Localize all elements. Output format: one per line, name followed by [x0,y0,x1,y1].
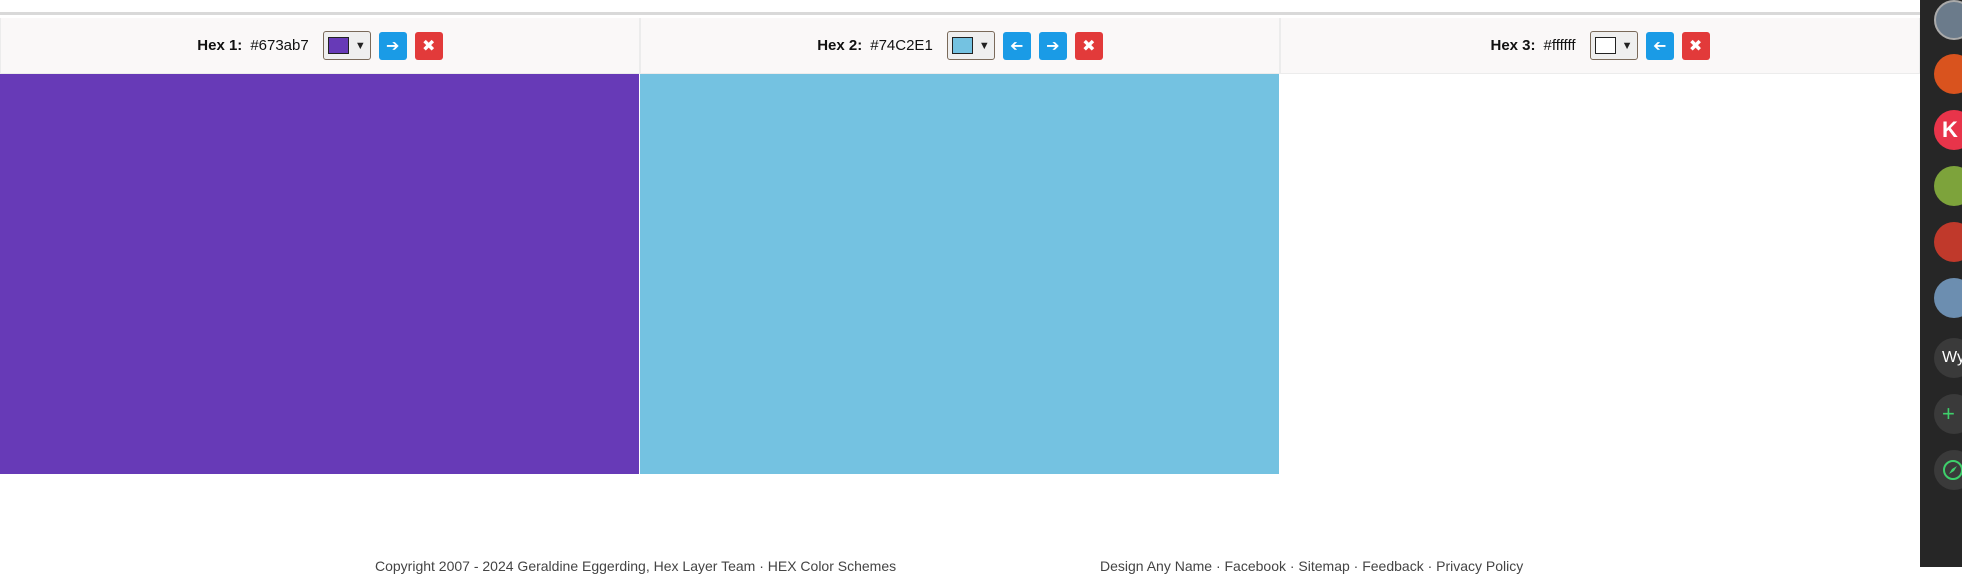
add-icon[interactable]: + [1934,394,1962,434]
remove-color-button[interactable]: ✖ [414,31,443,60]
hex-3-label: Hex 3: [1490,37,1536,54]
compass-glyph [1943,460,1962,480]
landscape-avatar-icon[interactable] [1934,278,1962,318]
hex-3-swatch [1594,37,1616,54]
hex-3-input[interactable]: #ffffff [1544,37,1576,54]
hex-1-swatch [327,37,349,54]
panel-3-header: Hex 3: #ffffff ▼ ➔ ✖ [1280,18,1920,74]
workspace-avatar-icon[interactable]: Wy [1934,338,1962,378]
hex-2-label: Hex 2: [817,37,863,54]
app-avatar-orange-icon[interactable] [1934,54,1962,94]
hex-1-label: Hex 1: [197,37,243,54]
remove-color-button[interactable]: ✖ [1681,31,1710,60]
hex-3-color-picker[interactable]: ▼ [1589,31,1638,60]
compass-icon[interactable] [1934,450,1962,490]
panel-2-header: Hex 2: #74C2E1 ▼ ➔ ➔ ✖ [640,18,1280,74]
close-icon: ✖ [1688,37,1703,55]
color-block-2 [640,74,1279,474]
profile-avatar-icon[interactable] [1934,0,1962,40]
arrow-right-icon: ➔ [386,37,400,55]
hex-1-color-picker[interactable]: ▼ [322,31,371,60]
top-divider [0,0,1920,15]
chevron-down-icon: ▼ [354,39,366,52]
footer-copyright: Copyright 2007 - 2024 Geraldine Eggerdin… [375,558,897,574]
color-panel-3: Hex 3: #ffffff ▼ ➔ ✖ [1280,18,1920,474]
move-right-button[interactable]: ➔ [378,31,407,60]
color-block-3 [1280,74,1920,474]
arrow-left-icon: ➔ [1010,37,1024,55]
panel-1-header: Hex 1: #673ab7 ▼ ➔ ✖ [0,18,640,74]
app-sidebar: K Wy + [1920,0,1962,567]
remove-color-button[interactable]: ✖ [1074,31,1103,60]
book-avatar-icon[interactable] [1934,222,1962,262]
bamboo-avatar-icon[interactable] [1934,166,1962,206]
arrow-right-icon: ➔ [1046,37,1060,55]
hex-2-color-picker[interactable]: ▼ [946,31,995,60]
hex-2-input[interactable]: #74C2E1 [870,37,933,54]
color-panel-2: Hex 2: #74C2E1 ▼ ➔ ➔ ✖ [640,18,1280,474]
chevron-down-icon: ▼ [1621,39,1633,52]
color-block-1 [0,74,639,474]
chevron-down-icon: ▼ [978,39,990,52]
close-icon: ✖ [1082,37,1096,55]
close-icon: ✖ [422,37,436,55]
move-right-button[interactable]: ➔ [1038,31,1067,60]
hex-2-swatch [951,37,973,54]
move-left-button[interactable]: ➔ [1645,31,1674,60]
move-left-button[interactable]: ➔ [1002,31,1031,60]
arrow-left-icon: ➔ [1652,37,1667,55]
hex-1-input[interactable]: #673ab7 [250,37,308,54]
k-letter-avatar-icon[interactable]: K [1934,110,1962,150]
footer-links[interactable]: Design Any Name · Facebook · Sitemap · F… [1100,558,1523,574]
color-panel-1: Hex 1: #673ab7 ▼ ➔ ✖ [0,18,640,474]
